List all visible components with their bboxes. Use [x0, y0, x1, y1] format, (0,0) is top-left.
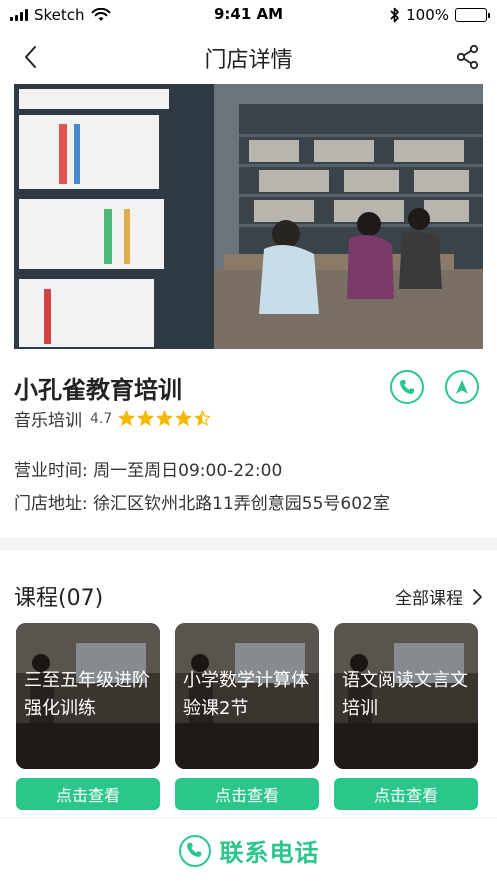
course-image: 三至五年级进阶强化训练	[16, 623, 160, 769]
status-right: 100%	[390, 6, 490, 24]
contact-phone-label: 联系电话	[219, 839, 320, 867]
rating-row: 音乐培训 4.7	[14, 406, 212, 431]
nav-bar: 门店详情	[0, 30, 497, 82]
store-address: 门店地址: 徐汇区钦州北路11弄创意园55号602室	[14, 489, 390, 514]
phone-icon	[400, 379, 415, 394]
course-image: 语文阅读文言文培训	[334, 623, 478, 769]
view-course-button[interactable]: 点击查看	[175, 778, 319, 810]
navigate-button[interactable]	[445, 370, 479, 404]
battery-icon	[455, 8, 490, 22]
all-courses-link[interactable]: 全部课程	[395, 584, 483, 609]
courses-title: 课程(07)	[14, 586, 104, 611]
view-course-button[interactable]: 点击查看	[16, 778, 160, 810]
section-divider	[0, 538, 497, 550]
course-card[interactable]: 小学数学计算体验课2节 点击查看	[173, 623, 321, 810]
library-photo	[14, 84, 483, 349]
star-icon	[175, 410, 193, 426]
bluetooth-icon	[390, 7, 399, 23]
store-category: 音乐培训	[14, 411, 82, 431]
share-icon[interactable]	[453, 42, 483, 72]
course-card[interactable]: 三至五年级进阶强化训练 点击查看	[14, 623, 162, 810]
business-hours: 营业时间: 周一至周日09:00-22:00	[14, 456, 282, 481]
page-title: 门店详情	[204, 48, 293, 73]
rating-score: 4.7	[90, 410, 113, 427]
all-courses-label: 全部课程	[395, 589, 463, 609]
status-bar: Sketch 9:41 AM 100%	[0, 0, 497, 30]
course-image: 小学数学计算体验课2节	[175, 623, 319, 769]
course-card[interactable]: 语文阅读文言文培训 点击查看	[332, 623, 480, 810]
star-icon	[118, 410, 136, 426]
course-name: 三至五年级进阶强化训练	[24, 670, 150, 719]
phone-icon	[178, 834, 211, 867]
store-hero-image	[14, 84, 483, 349]
course-name: 小学数学计算体验课2节	[183, 670, 309, 719]
contact-phone-bar[interactable]: 联系电话	[0, 817, 497, 883]
view-course-button[interactable]: 点击查看	[334, 778, 478, 810]
navigation-arrow-icon	[456, 379, 468, 394]
star-icon	[156, 410, 174, 426]
hours-label: 营业时间:	[14, 461, 88, 481]
chevron-right-icon	[473, 588, 482, 605]
course-name: 语文阅读文言文培训	[342, 670, 468, 719]
store-name: 小孔雀教育培训	[14, 376, 182, 404]
star-icon	[194, 410, 212, 426]
address-value: 徐汇区钦州北路11弄创意园55号602室	[93, 494, 390, 514]
star-icon	[137, 410, 155, 426]
call-button[interactable]	[390, 370, 424, 404]
battery-percent: 100%	[406, 6, 449, 24]
rating-stars	[118, 410, 212, 427]
hours-value: 周一至周日09:00-22:00	[93, 461, 283, 481]
address-label: 门店地址:	[14, 494, 88, 514]
